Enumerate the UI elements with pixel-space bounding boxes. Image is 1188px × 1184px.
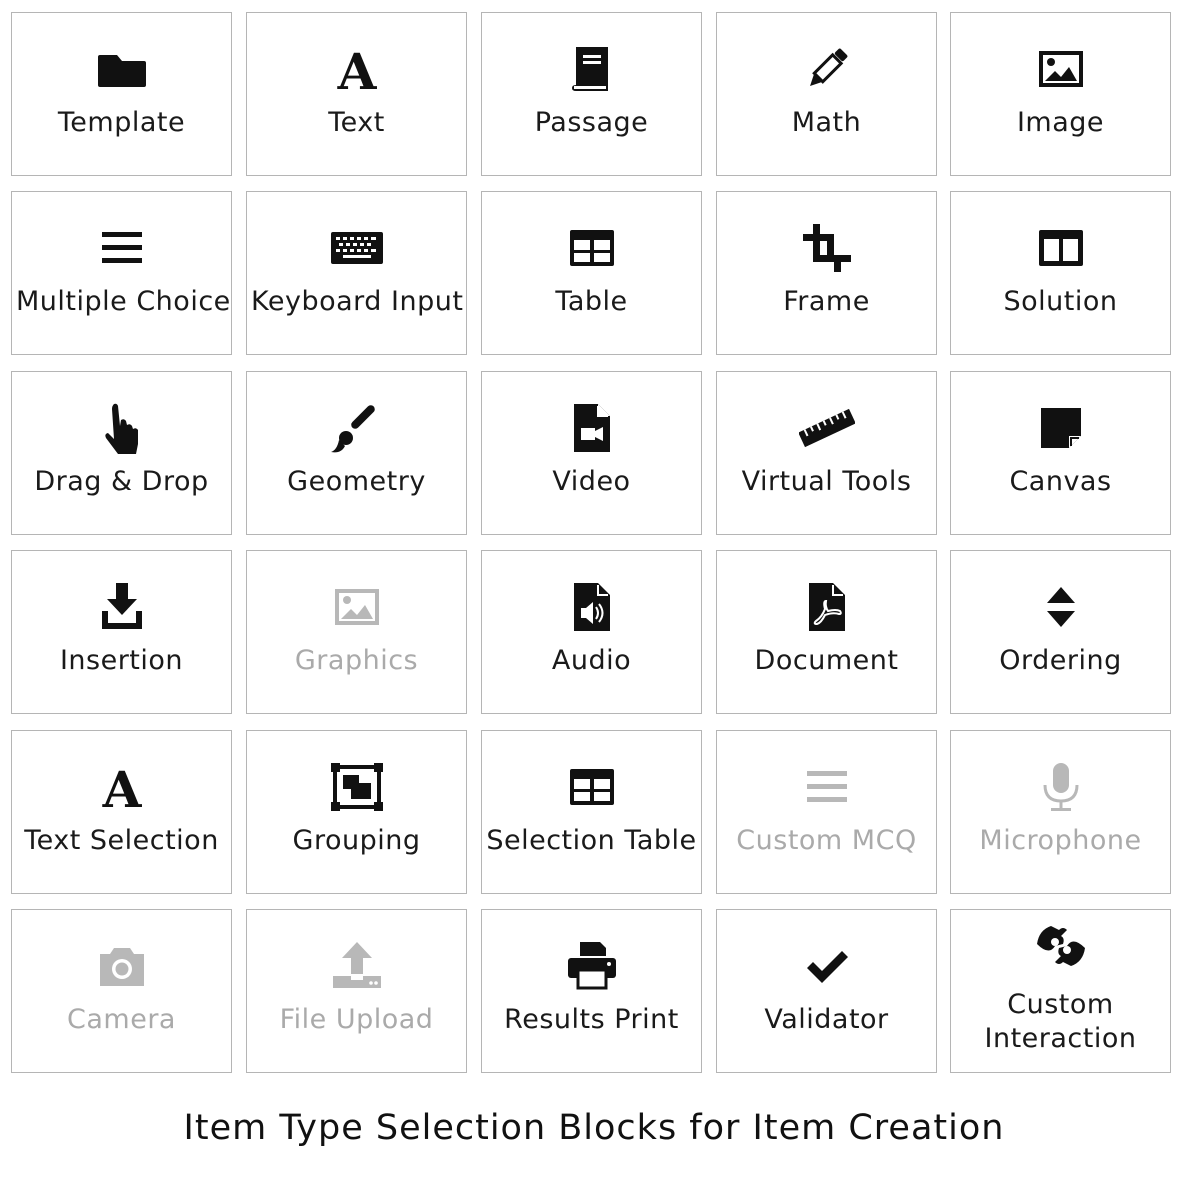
pdf-file-icon [717,579,936,635]
tile-label: Table [555,286,628,317]
tile-label: Custom MCQ [736,825,917,856]
tile-label: Multiple Choice [16,286,231,317]
tile-label: Microphone [979,825,1142,856]
tile-label: Solution [1003,286,1118,317]
tile-label: Document [754,645,899,676]
tile-microphone[interactable]: Microphone [950,730,1171,894]
tile-results-print[interactable]: Results Print [481,909,702,1073]
tile-audio[interactable]: Audio [481,550,702,714]
table-icon [482,220,701,276]
text-a-icon: A [12,759,231,815]
camera-icon [12,938,231,994]
tile-keyboard-input[interactable]: Keyboard Input [246,191,467,355]
tile-frame[interactable]: Frame [716,191,937,355]
tile-selection-table[interactable]: Selection Table [481,730,702,894]
tile-label: Canvas [1009,466,1112,497]
tile-validator[interactable]: Validator [716,909,937,1073]
sort-arrows-icon [951,579,1170,635]
svg-text:A: A [101,760,142,815]
book-icon [482,41,701,97]
tile-drag-drop[interactable]: Drag & Drop [11,371,232,535]
paintbrush-icon [247,400,466,456]
tile-label: Custom Interaction [984,989,1137,1054]
sticky-note-icon [951,400,1170,456]
tile-virtual-tools[interactable]: Virtual Tools [716,371,937,535]
tile-text-selection[interactable]: A Text Selection [11,730,232,894]
group-objects-icon [247,759,466,815]
tile-text[interactable]: A Text [246,12,467,176]
svg-text:A: A [336,42,377,97]
tile-custom-interaction[interactable]: Custom Interaction [950,909,1171,1073]
tile-label: Audio [551,645,632,676]
tile-label: Results Print [504,1004,679,1035]
crop-icon [717,220,936,276]
tile-label: Frame [783,286,870,317]
tile-label: Virtual Tools [741,466,912,497]
pencil-icon [717,41,936,97]
audio-file-icon [482,579,701,635]
image-icon [951,41,1170,97]
checkmark-icon [717,938,936,994]
microphone-icon [951,759,1170,815]
table-icon [482,759,701,815]
tile-document[interactable]: Document [716,550,937,714]
download-icon [12,579,231,635]
ruler-icon [717,400,936,456]
tile-label: Ordering [999,645,1122,676]
list-bars-icon [717,759,936,815]
tile-label: Template [57,107,186,138]
tile-insertion[interactable]: Insertion [11,550,232,714]
printer-icon [482,938,701,994]
tile-ordering[interactable]: Ordering [950,550,1171,714]
tile-multiple-choice[interactable]: Multiple Choice [11,191,232,355]
tile-math[interactable]: Math [716,12,937,176]
tile-label: Video [552,466,631,497]
tile-passage[interactable]: Passage [481,12,702,176]
tile-graphics[interactable]: Graphics [246,550,467,714]
tile-canvas[interactable]: Canvas [950,371,1171,535]
upload-icon [247,938,466,994]
tile-label: Text Selection [24,825,219,856]
list-bars-icon [12,220,231,276]
tile-label: Insertion [59,645,184,676]
text-a-icon: A [247,41,466,97]
tile-solution[interactable]: Solution [950,191,1171,355]
tile-grouping[interactable]: Grouping [246,730,467,894]
tile-label: Grouping [292,825,421,856]
tile-video[interactable]: Video [481,371,702,535]
tile-label: Image [1016,107,1105,138]
image-icon [247,579,466,635]
columns-icon [951,220,1170,276]
tile-label: Passage [534,107,649,138]
tile-label: Drag & Drop [34,466,209,497]
tile-geometry[interactable]: Geometry [246,371,467,535]
tile-label: Math [791,107,862,138]
tile-table[interactable]: Table [481,191,702,355]
tile-label: File Upload [279,1004,434,1035]
tile-label: Validator [764,1004,889,1035]
tile-label: Camera [67,1004,176,1035]
tile-custom-mcq[interactable]: Custom MCQ [716,730,937,894]
figure-caption: Item Type Selection Blocks for Item Crea… [183,1108,1005,1148]
tile-camera[interactable]: Camera [11,909,232,1073]
tile-label: Selection Table [486,825,697,856]
video-file-icon [482,400,701,456]
tile-label: Text [328,107,385,138]
tile-template[interactable]: Template [11,12,232,176]
pointer-hand-icon [12,400,231,456]
sign-language-icon [951,918,1170,974]
tile-file-upload[interactable]: File Upload [246,909,467,1073]
tile-label: Graphics [294,645,419,676]
tile-label: Geometry [287,466,426,497]
tile-image[interactable]: Image [950,12,1171,176]
keyboard-icon [247,220,466,276]
tile-label: Keyboard Input [251,286,464,317]
folder-icon [12,41,231,97]
